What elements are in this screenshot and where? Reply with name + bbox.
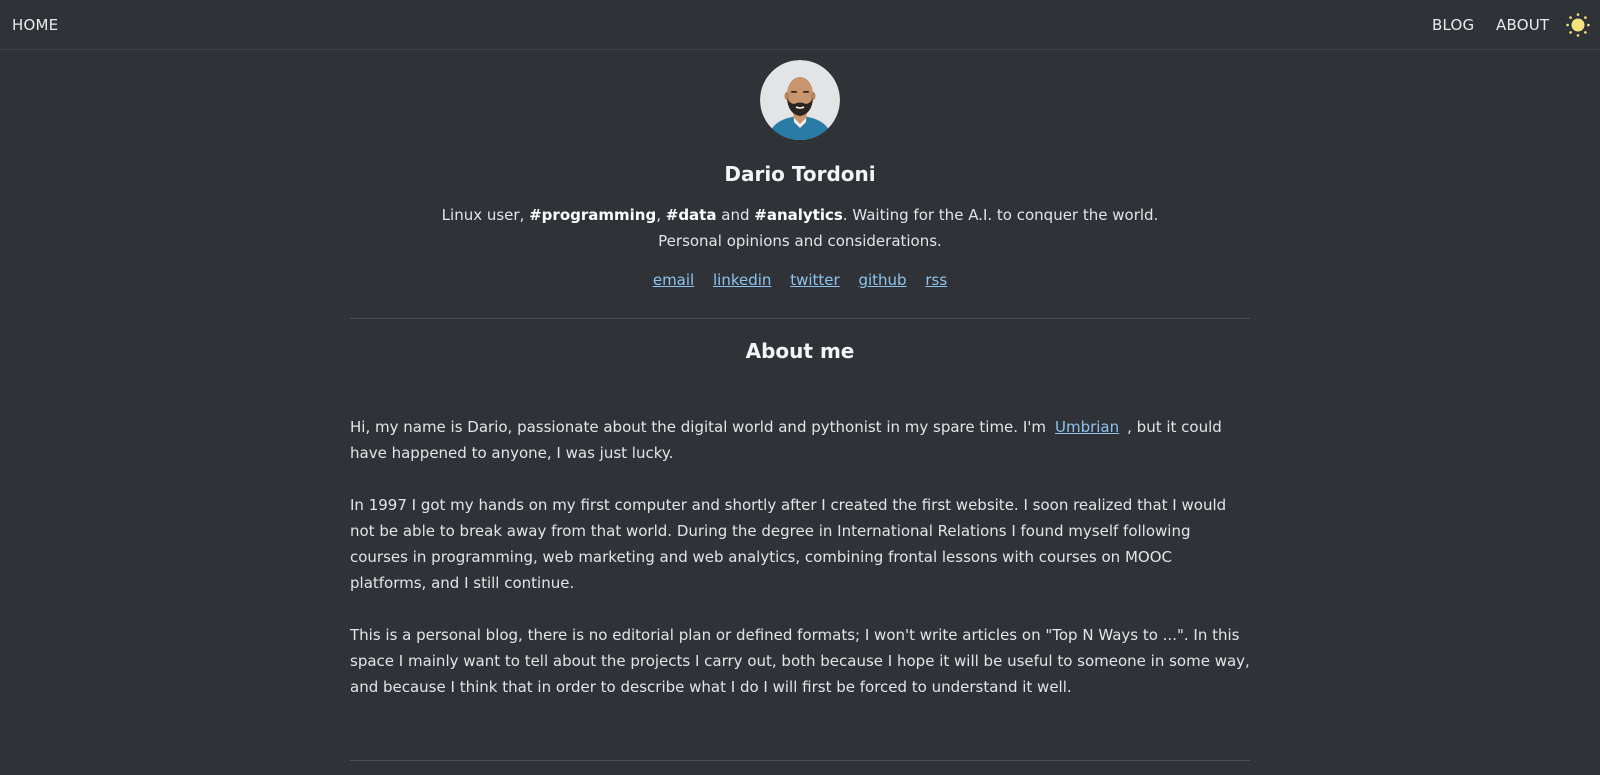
nav-home-link[interactable]: HOME — [12, 16, 58, 34]
bio-and: and — [716, 206, 755, 224]
sun-icon — [1566, 13, 1590, 37]
bio-comma: , — [656, 206, 666, 224]
about-paragraph-2: In 1997 I got my hands on my first compu… — [350, 496, 1227, 592]
nav-about-link[interactable]: ABOUT — [1496, 16, 1549, 34]
profile-bio: Linux user, #programming, #data and #ana… — [350, 202, 1250, 254]
about-title: About me — [745, 339, 855, 363]
email-link[interactable]: email — [653, 271, 694, 289]
bio-text-2: . Waiting for the A.I. to conquer the wo… — [842, 206, 1159, 224]
divider-bottom — [350, 760, 1250, 761]
about-paragraph-1: Hi, my name is Dario, passionate about t… — [350, 414, 1250, 466]
linkedin-link[interactable]: linkedin — [713, 271, 771, 289]
umbrian-link[interactable]: Umbrian — [1055, 418, 1119, 436]
about-content: Hi, my name is Dario, passionate about t… — [350, 414, 1250, 726]
social-links: email linkedin twitter github rss — [350, 269, 1250, 291]
tag-analytics: #analytics — [754, 206, 843, 224]
about-p1-text: Hi, my name is Dario, passionate about t… — [350, 418, 1046, 436]
bio-line-1: Linux user, #programming, #data and #ana… — [350, 202, 1250, 228]
rss-link[interactable]: rss — [925, 271, 947, 289]
twitter-link[interactable]: twitter — [790, 271, 839, 289]
bio-line-2: Personal opinions and considerations. — [658, 232, 942, 250]
avatar — [760, 60, 840, 140]
bio-text-1: Linux user, — [441, 206, 530, 224]
tag-programming: #programming — [529, 206, 657, 224]
nav-blog-link[interactable]: BLOG — [1432, 16, 1474, 34]
profile-section: Dario Tordoni Linux user, #programming, … — [350, 60, 1250, 291]
avatar-illustration — [760, 60, 840, 140]
theme-toggle-button[interactable] — [1566, 13, 1590, 37]
tag-data: #data — [665, 206, 717, 224]
profile-name: Dario Tordoni — [724, 162, 876, 186]
top-navigation: HOME BLOG ABOUT — [0, 0, 1600, 50]
divider-top — [350, 318, 1250, 319]
about-paragraph-3: This is a personal blog, there is no edi… — [350, 626, 1250, 696]
github-link[interactable]: github — [858, 271, 906, 289]
